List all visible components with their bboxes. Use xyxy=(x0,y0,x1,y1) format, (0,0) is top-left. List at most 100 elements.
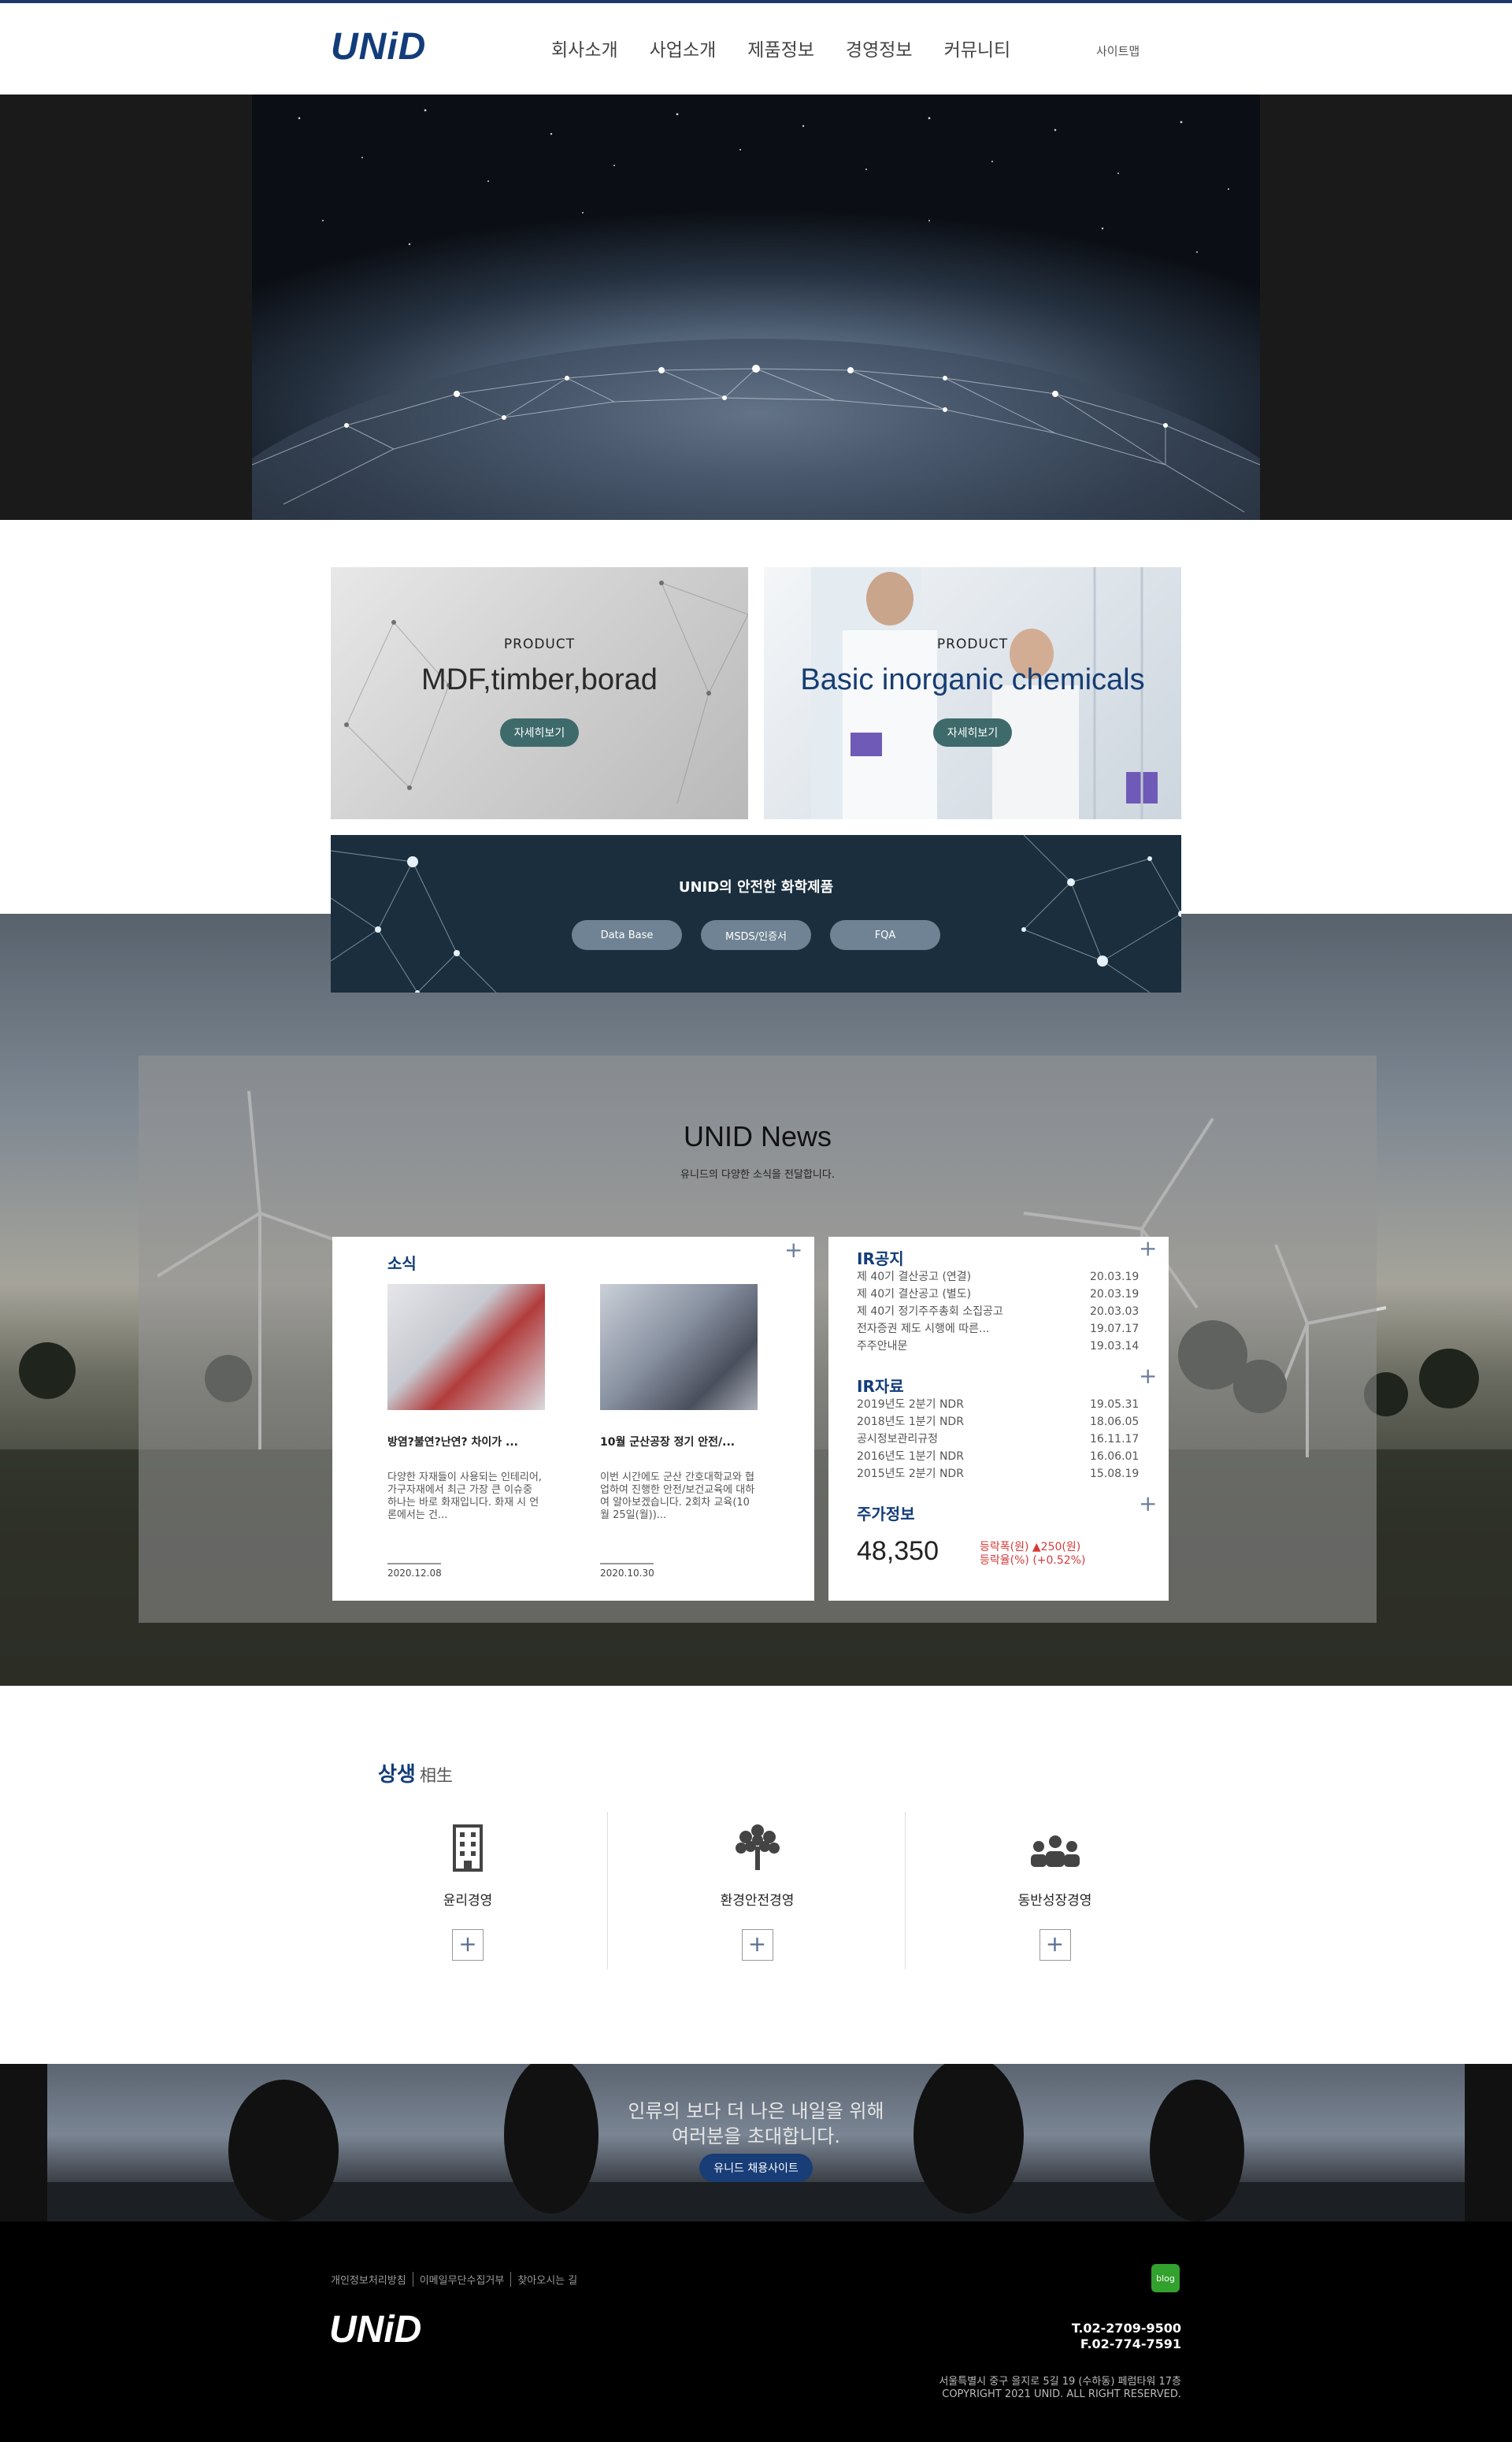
news-subtitle: 유니드의 다양한 소식을 전달합니다. xyxy=(680,1169,835,1181)
msds-certificate-button[interactable]: MSDS/인증서 xyxy=(701,920,811,950)
ir-row-title: 2016년도 1분기 NDR xyxy=(857,1450,964,1463)
ir-row-date: 20.03.19 xyxy=(1090,1288,1140,1301)
blog-icon[interactable]: blog xyxy=(1151,2264,1180,2292)
news-headline[interactable]: 방염?불연?난연? 차이가 ... xyxy=(387,1434,545,1449)
detail-button[interactable]: 자세히보기 xyxy=(500,718,579,747)
ir-notice-row[interactable]: 제 40기 결산공고 (연결) 20.03.19 xyxy=(857,1268,1140,1286)
ir-data-title: IR자료 xyxy=(857,1377,904,1396)
ir-notice-row[interactable]: 제 40기 결산공고 (별도) 20.03.19 xyxy=(857,1286,1140,1303)
recruit-line-2: 여러분을 초대합니다. xyxy=(672,2125,840,2147)
ir-row-title: 2019년도 2분기 NDR xyxy=(857,1398,964,1411)
card-subtitle: PRODUCT xyxy=(936,636,1009,652)
privacy-policy-link[interactable]: 개인정보처리방침 xyxy=(331,2272,413,2287)
nav-community[interactable]: 커뮤니티 xyxy=(944,35,1011,61)
environment-safety-item: 환경안전경영 + xyxy=(607,1812,906,1969)
ir-row-title: 2015년도 2분기 NDR xyxy=(857,1468,964,1480)
news-item[interactable]: 방염?불연?난연? 차이가 ... 다양한 자재들이 사용되는 인테리어, 가구… xyxy=(387,1284,545,1579)
people-icon xyxy=(1030,1835,1080,1867)
ir-notice-row[interactable]: 전자증권 제도 시행에 따른... 19.07.17 xyxy=(857,1320,1140,1338)
sang-label: 윤리경영 xyxy=(443,1893,493,1909)
ir-row-title: 공시정보관리규정 xyxy=(857,1433,939,1446)
site-header: UNiD 회사소개 사업소개 제품정보 경영정보 커뮤니티 사이트맵 xyxy=(0,0,1512,95)
ir-notice-row[interactable]: 제 40기 정기주주총회 소집공고 20.03.03 xyxy=(857,1303,1140,1320)
network-decoration xyxy=(331,835,1181,993)
email-refusal-link[interactable]: 이메일무단수집거부 xyxy=(413,2272,512,2287)
news-more-plus-icon[interactable]: + xyxy=(784,1239,802,1261)
ethics-plus-button[interactable]: + xyxy=(452,1929,484,1961)
recruit-message: 인류의 보다 더 나은 내일을 위해 여러분을 초대합니다. xyxy=(0,2099,1512,2149)
divider xyxy=(387,1563,441,1564)
hero-banner xyxy=(0,95,1512,520)
main-nav: 회사소개 사업소개 제품정보 경영정보 커뮤니티 xyxy=(551,35,1010,61)
card-subtitle: PRODUCT xyxy=(503,636,576,652)
ir-data-row[interactable]: 2016년도 1분기 NDR 16.06.01 xyxy=(857,1448,1140,1465)
footer-address-block: 서울특별시 중구 을지로 5길 19 (수하동) 페럼타워 17층 COPYRI… xyxy=(788,2376,1181,2401)
footer-logo: UNiD xyxy=(329,2309,422,2351)
ir-row-date: 15.08.19 xyxy=(1090,1468,1140,1480)
news-description: 다양한 자재들이 사용되는 인테리어, 가구자재에서 최근 가장 큰 이슈중 하… xyxy=(387,1472,542,1521)
safe-chemicals-banner: UNID의 안전한 화학제품 Data Base MSDS/인증서 FQA xyxy=(331,835,1181,993)
news-description: 이번 시간에도 군산 간호대학교와 협업하여 진행한 안전/보건교육에 대하여 … xyxy=(600,1472,755,1521)
card-title: MDF,timber,borad xyxy=(421,663,658,696)
ir-notice-plus-icon[interactable]: + xyxy=(1139,1238,1157,1260)
stock-plus-icon[interactable]: + xyxy=(1139,1493,1157,1515)
ir-data-row[interactable]: 2018년도 1분기 NDR 18.06.05 xyxy=(857,1413,1140,1431)
news-panel: UNID News 유니드의 다양한 소식을 전달합니다. 소식 + 방염?불연… xyxy=(139,1056,1377,1623)
recruit-site-button[interactable]: 유니드 채용사이트 xyxy=(699,2154,813,2182)
shared-growth-item: 동반성장경영 + xyxy=(905,1812,1204,1969)
ir-row-date: 20.03.19 xyxy=(1090,1271,1140,1283)
product-card-chemicals[interactable]: PRODUCT Basic inorganic chemicals 자세히보기 xyxy=(764,567,1181,819)
ir-row-title: 2018년도 1분기 NDR xyxy=(857,1416,964,1428)
shared-growth-plus-button[interactable]: + xyxy=(1039,1929,1071,1961)
ir-row-title: 제 40기 정기주주총회 소집공고 xyxy=(857,1305,1003,1318)
nav-products[interactable]: 제품정보 xyxy=(747,35,814,61)
ir-notice-row[interactable]: 주주안내문 19.03.14 xyxy=(857,1338,1140,1355)
news-item[interactable]: 10월 군산공장 정기 안전/... 이번 시간에도 군산 간호대학교와 협업하… xyxy=(600,1284,758,1579)
ir-box: IR공지 + 제 40기 결산공고 (연결) 20.03.19 제 40기 결산공… xyxy=(828,1237,1169,1601)
hero-network-graphic xyxy=(252,109,1260,520)
detail-button[interactable]: 자세히보기 xyxy=(933,718,1012,747)
sitemap-link[interactable]: 사이트맵 xyxy=(1096,43,1140,59)
ir-row-title: 제 40기 결산공고 (연결) xyxy=(857,1271,972,1283)
chem-button-group: Data Base MSDS/인증서 FQA xyxy=(331,920,1181,950)
ir-row-date: 16.11.17 xyxy=(1090,1433,1140,1446)
directions-link[interactable]: 찾아오시는 길 xyxy=(511,2272,584,2287)
footer-address: 서울특별시 중구 을지로 5길 19 (수하동) 페럼타워 17층 xyxy=(939,2376,1181,2388)
divider xyxy=(600,1563,654,1564)
faq-button[interactable]: FQA xyxy=(830,920,940,950)
environment-plus-button[interactable]: + xyxy=(741,1929,773,1961)
ir-data-row[interactable]: 2015년도 2분기 NDR 15.08.19 xyxy=(857,1465,1140,1483)
news-box-title: 소식 xyxy=(387,1254,417,1273)
news-date: 2020.10.30 xyxy=(600,1568,654,1579)
nav-business[interactable]: 사업소개 xyxy=(650,35,717,61)
ir-data-row[interactable]: 2019년도 2분기 NDR 19.05.31 xyxy=(857,1396,1140,1413)
news-box: 소식 + 방염?불연?난연? 차이가 ... 다양한 자재들이 사용되는 인테리… xyxy=(332,1237,814,1601)
database-button[interactable]: Data Base xyxy=(572,920,682,950)
sang-label: 동반성장경영 xyxy=(1017,1893,1092,1909)
hero-earth-network-image xyxy=(252,95,1260,520)
ir-row-title: 전자증권 제도 시행에 따른... xyxy=(857,1323,990,1335)
sangsaeng-title: 상생 相生 xyxy=(378,1758,453,1787)
unid-logo[interactable]: UNiD xyxy=(331,25,426,69)
sang-label: 환경안전경영 xyxy=(720,1893,795,1909)
ir-data-row[interactable]: 공시정보관리규정 16.11.17 xyxy=(857,1431,1140,1448)
site-footer: 개인정보처리방침 이메일무단수집거부 찾아오시는 길 blog UNiD T.0… xyxy=(0,2221,1512,2442)
news-date: 2020.12.08 xyxy=(387,1568,442,1579)
stock-change-won: 등락폭(원) ▲250(원) xyxy=(980,1541,1081,1553)
product-card-mdf[interactable]: PRODUCT MDF,timber,borad 자세히보기 xyxy=(331,567,748,819)
stock-info-title: 주가정보 xyxy=(857,1505,915,1523)
recruit-line-1: 인류의 보다 더 나은 내일을 위해 xyxy=(628,2100,884,2122)
sangsaeng-title-hanja: 相生 xyxy=(419,1766,453,1785)
news-thumbnail[interactable] xyxy=(600,1284,758,1410)
ir-row-date: 19.05.31 xyxy=(1090,1398,1140,1411)
news-title: UNID News xyxy=(683,1120,832,1152)
ir-row-date: 16.06.01 xyxy=(1090,1450,1140,1463)
footer-tel: T.02-2709-9500 xyxy=(1071,2321,1181,2336)
footer-links: 개인정보처리방침 이메일무단수집거부 찾아오시는 길 xyxy=(331,2272,584,2287)
news-thumbnail[interactable] xyxy=(387,1284,545,1410)
ir-data-list: 2019년도 2분기 NDR 19.05.31 2018년도 1분기 NDR 18.… xyxy=(857,1396,1140,1483)
nav-company[interactable]: 회사소개 xyxy=(551,35,618,61)
nav-management[interactable]: 경영정보 xyxy=(846,35,913,61)
ir-data-plus-icon[interactable]: + xyxy=(1139,1365,1157,1387)
news-headline[interactable]: 10월 군산공장 정기 안전/... xyxy=(600,1434,758,1449)
